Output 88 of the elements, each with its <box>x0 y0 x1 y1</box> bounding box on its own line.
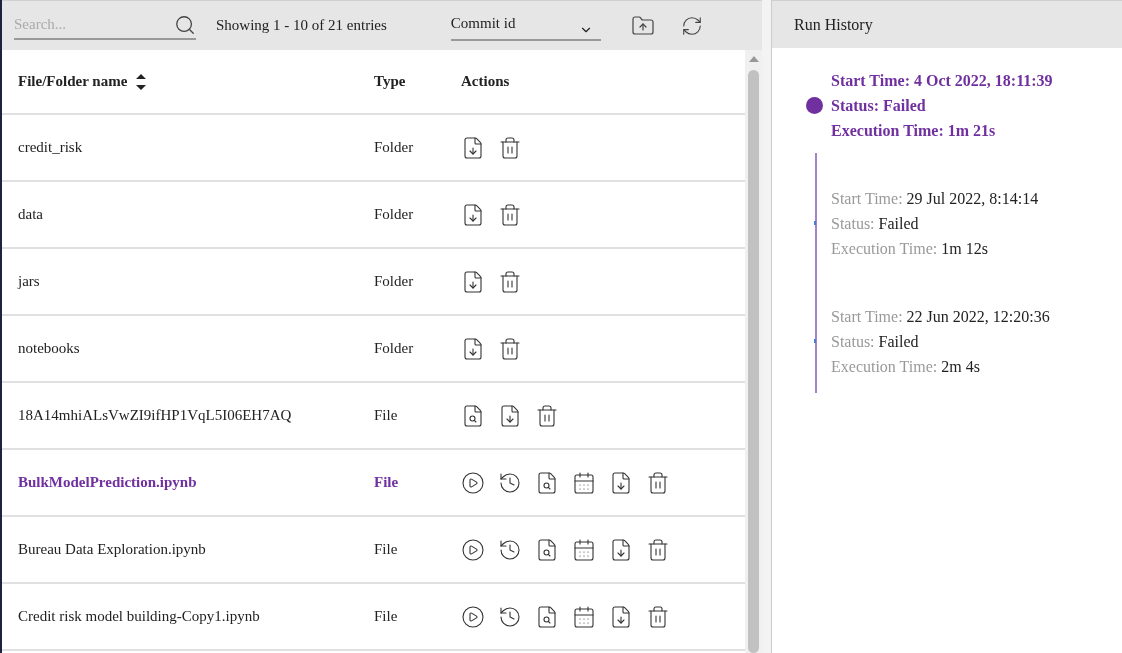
history-icon[interactable] <box>498 470 522 495</box>
file-name: credit_risk <box>17 138 84 158</box>
field-label: Execution Time: <box>831 240 938 257</box>
column-header: Type <box>374 72 407 92</box>
entries-count: Showing 1 - 10 of 21 entries <box>216 16 387 36</box>
search-field[interactable]: Search... <box>14 13 174 36</box>
file-type: Folder <box>374 138 415 158</box>
run-entry[interactable]: Start Time: 4 Oct 2022, 18:11:39 Status: Failed Execution Time: 1m 21s <box>831 68 1122 186</box>
field-value: Failed <box>883 97 926 114</box>
table-row[interactable]: notebooks Folder <box>2 316 745 383</box>
table-row[interactable]: 18A14mhiALsVwZI9ifHP1VqL5I06EH7AQ File <box>2 383 745 450</box>
file-name: 18A14mhiALsVwZI9ifHP1VqL5I06EH7AQ <box>17 406 293 426</box>
table-row[interactable]: credit_risk Folder <box>2 115 745 182</box>
field-label: Status: <box>831 97 879 114</box>
table-row[interactable]: jars Folder <box>2 249 745 316</box>
column-header: Actions <box>461 72 510 92</box>
file-download-icon[interactable] <box>498 403 522 428</box>
file-download-icon[interactable] <box>461 202 485 227</box>
commit-dropdown[interactable]: Commit id <box>450 10 601 41</box>
timeline-tick <box>814 339 816 343</box>
file-name: data <box>17 205 44 225</box>
table-row[interactable]: BulkModelPrediction.ipynb File <box>2 450 745 517</box>
file-search-icon[interactable] <box>461 403 485 428</box>
file-type: File <box>374 473 400 493</box>
file-name: BulkModelPrediction.ipynb <box>17 473 198 493</box>
file-type: File <box>374 540 399 560</box>
scrollbar[interactable] <box>745 50 762 653</box>
run-entry[interactable]: Start Time: 29 Jul 2022, 8:14:14 Status: Failed Execution Time: 1m 12s <box>831 186 1122 304</box>
file-type: Folder <box>374 272 415 292</box>
trash-icon[interactable] <box>498 135 522 160</box>
file-download-icon[interactable] <box>609 470 633 495</box>
column-header: File/Folder name <box>18 72 128 92</box>
history-icon[interactable] <box>498 537 522 562</box>
calendar-icon[interactable] <box>572 537 596 562</box>
file-download-icon[interactable] <box>461 135 485 160</box>
play-icon[interactable] <box>461 470 485 495</box>
search-icon[interactable] <box>174 13 196 36</box>
calendar-icon[interactable] <box>572 604 596 629</box>
play-icon[interactable] <box>461 604 485 629</box>
trash-icon[interactable] <box>646 537 670 562</box>
file-download-icon[interactable] <box>609 604 633 629</box>
panel-title: Run History <box>794 14 873 36</box>
file-type: File <box>374 607 399 627</box>
field-value: Failed <box>878 333 919 350</box>
upload-icon[interactable] <box>630 13 655 38</box>
file-name: jars <box>16 272 41 292</box>
run-entry[interactable]: Start Time: 22 Jun 2022, 12:20:36 Status: Failed Execution Time: 2m 4s <box>831 304 1122 422</box>
field-label: Execution Time: <box>831 122 944 139</box>
sort-icon[interactable] <box>135 72 148 91</box>
file-type: File <box>374 406 399 426</box>
trash-icon[interactable] <box>498 269 522 294</box>
field-value: Failed <box>878 215 919 232</box>
trash-icon[interactable] <box>535 403 559 428</box>
file-type: Folder <box>374 205 415 225</box>
field-value: 29 Jul 2022, 8:14:14 <box>906 190 1039 207</box>
file-download-icon[interactable] <box>609 537 633 562</box>
file-type: Folder <box>374 339 415 359</box>
table-row[interactable]: Credit risk model building-Copy1.ipynb File <box>2 584 745 651</box>
field-label: Execution Time: <box>831 358 938 375</box>
trash-icon[interactable] <box>646 604 670 629</box>
play-icon[interactable] <box>461 537 485 562</box>
field-value: 1m 21s <box>947 122 996 139</box>
field-value: 2m 4s <box>941 358 980 375</box>
table-row[interactable]: Bureau Data Exploration.ipynb File <box>2 517 745 584</box>
file-name: Credit risk model building-Copy1.ipynb <box>17 607 261 627</box>
trash-icon[interactable] <box>646 470 670 495</box>
file-search-icon[interactable] <box>535 470 559 495</box>
timeline-tick <box>814 221 816 225</box>
file-name: notebooks <box>17 339 81 359</box>
field-label: Start Time: <box>831 308 903 325</box>
calendar-icon[interactable] <box>572 470 596 495</box>
field-value: 1m 12s <box>941 240 988 257</box>
file-download-icon[interactable] <box>461 269 485 294</box>
field-label: Start Time: <box>831 72 910 89</box>
file-search-icon[interactable] <box>535 604 559 629</box>
field-label: Status: <box>831 333 875 350</box>
file-download-icon[interactable] <box>461 336 485 361</box>
file-name: Bureau Data Exploration.ipynb <box>17 540 207 560</box>
file-search-icon[interactable] <box>535 537 559 562</box>
field-label: Status: <box>831 215 875 232</box>
table-row[interactable]: data Folder <box>2 182 745 249</box>
trash-icon[interactable] <box>498 336 522 361</box>
trash-icon[interactable] <box>498 202 522 227</box>
field-value: 4 Oct 2022, 18:11:39 <box>913 72 1053 89</box>
refresh-icon[interactable] <box>680 14 703 37</box>
history-icon[interactable] <box>498 604 522 629</box>
field-value: 22 Jun 2022, 12:20:36 <box>906 308 1050 325</box>
field-label: Start Time: <box>831 190 903 207</box>
